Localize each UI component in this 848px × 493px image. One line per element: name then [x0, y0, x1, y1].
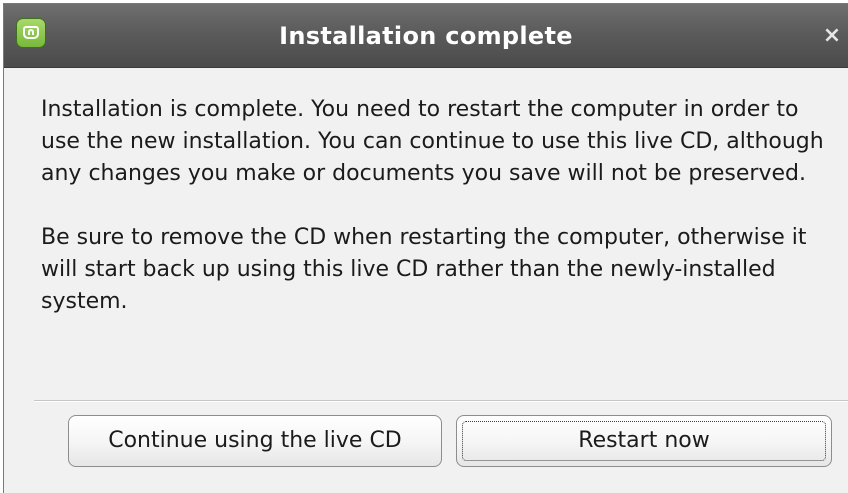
close-icon[interactable]: × [820, 24, 844, 48]
continue-live-cd-label: Continue using the live CD [108, 428, 402, 453]
restart-now-button[interactable]: Restart now [456, 415, 832, 467]
message-body: Installation is complete. You need to re… [41, 94, 841, 318]
continue-live-cd-button[interactable]: Continue using the live CD [68, 415, 442, 467]
title-bar[interactable]: Installation complete × [4, 4, 848, 68]
window-title: Installation complete [279, 22, 573, 50]
restart-now-label: Restart now [578, 428, 710, 453]
installation-complete-dialog: Installation complete × Installation is … [3, 3, 848, 493]
button-separator [34, 400, 848, 402]
remove-cd-message: Be sure to remove the CD when restarting… [41, 225, 807, 314]
completion-message: Installation is complete. You need to re… [41, 97, 824, 186]
